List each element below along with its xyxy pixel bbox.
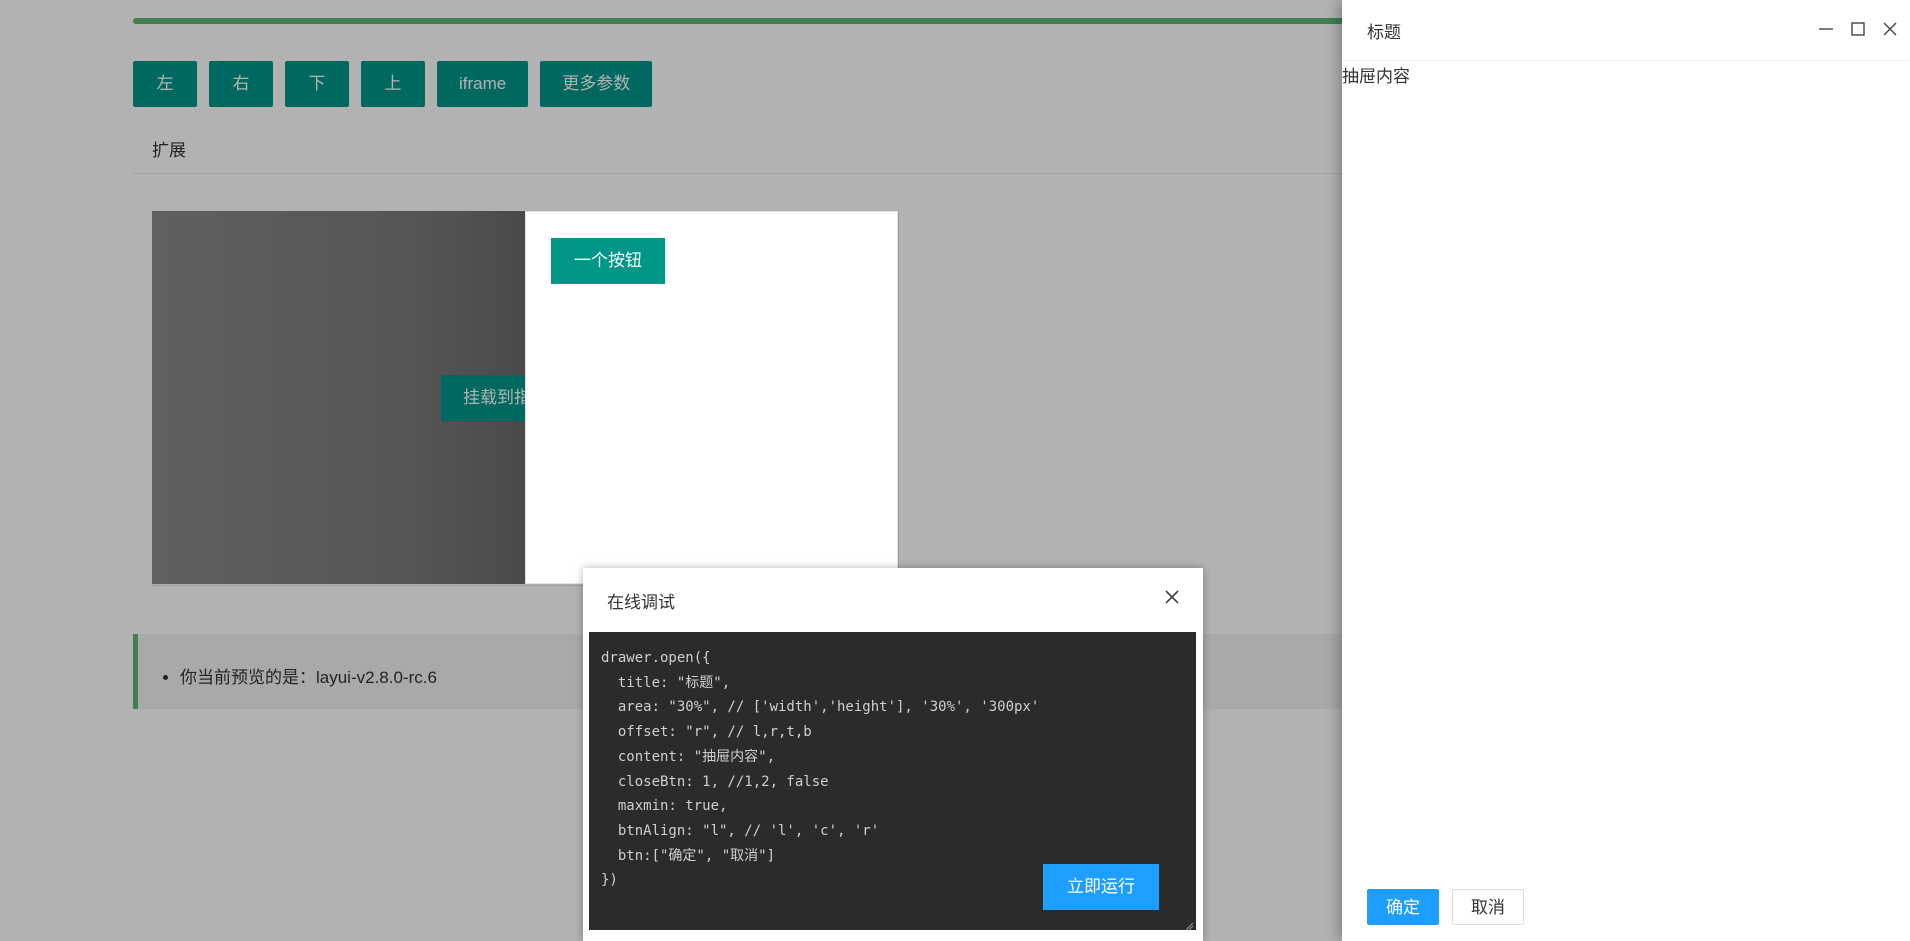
maximize-icon[interactable] <box>1849 20 1867 38</box>
close-icon[interactable] <box>1161 586 1183 608</box>
code-line: closeBtn: 1, //1,2, false <box>601 773 829 790</box>
online-debug-panel: 在线调试 drawer.open({ title: "标题", area: "3… <box>583 568 1203 941</box>
drawer-title: 标题 <box>1367 23 1401 42</box>
debug-panel-title: 在线调试 <box>607 593 675 612</box>
drawer-content: 抽屉内容 <box>1342 67 1410 86</box>
mounted-drawer: 一个按钮 <box>525 211 898 584</box>
code-line: offset: "r", // l,r,t,b <box>601 724 812 741</box>
close-icon[interactable] <box>1881 20 1899 38</box>
code-line: btnAlign: "l", // 'l', 'c', 'r' <box>601 822 880 839</box>
minimize-icon[interactable] <box>1817 20 1835 38</box>
run-now-button[interactable]: 立即运行 <box>1043 864 1159 910</box>
code-line: area: "30%", // ['width','height'], '30%… <box>601 699 1040 716</box>
inner-drawer-button[interactable]: 一个按钮 <box>551 238 665 284</box>
code-line: title: "标题", <box>601 674 731 691</box>
code-line: content: "抽屉内容", <box>601 748 776 765</box>
drawer-footer: 确定 取消 <box>1367 889 1524 925</box>
confirm-button[interactable]: 确定 <box>1367 889 1439 925</box>
drawer-header: 标题 <box>1342 0 1910 61</box>
resize-handle-icon[interactable] <box>1184 918 1194 931</box>
cancel-button[interactable]: 取消 <box>1452 889 1524 925</box>
code-line: maxmin: true, <box>601 798 728 815</box>
code-line: drawer.open({ <box>601 650 711 666</box>
right-drawer: 标题 抽屉内容 确定 取消 <box>1342 0 1910 941</box>
code-editor[interactable]: drawer.open({ title: "标题", area: "30%", … <box>589 632 1196 931</box>
